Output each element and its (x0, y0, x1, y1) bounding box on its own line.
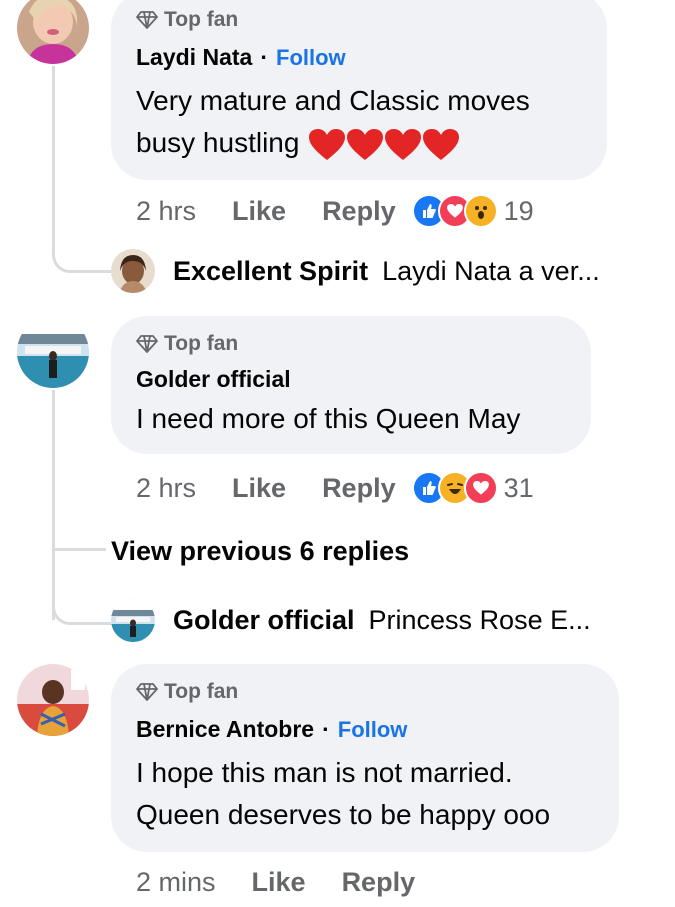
reply-text-preview: Laydi Nata a ver... (382, 255, 600, 286)
comment-text: Very mature and Classic moves busy hustl… (136, 80, 530, 164)
heart-emoji-icon (309, 128, 346, 160)
reactions-summary[interactable] (411, 194, 498, 228)
thread-connector (52, 548, 106, 551)
top-fan-badge: Top fan (136, 680, 238, 704)
diamond-icon (136, 11, 158, 29)
comment-actions: 2 mins Like Reply (136, 867, 451, 898)
top-fan-label: Top fan (164, 8, 239, 31)
view-previous-replies-link[interactable]: View previous 6 replies (111, 536, 409, 567)
thread-connector (52, 590, 111, 625)
top-fan-badge: Top fan (136, 332, 238, 356)
comments-thread: Top fan Laydi Nata · Follow Very mature … (0, 0, 675, 907)
comment-text: I hope this man is not married. Queen de… (136, 752, 550, 836)
separator-dot: · (322, 716, 330, 742)
diamond-icon (136, 335, 158, 353)
heart-emoji-icon (347, 128, 384, 160)
comment-actions: 2 hrs Like Reply 31 (136, 471, 534, 505)
comment-actions: 2 hrs Like Reply 19 (136, 194, 534, 228)
thread-line (52, 390, 55, 620)
diamond-icon (136, 683, 158, 701)
comment-line: I hope this man is not married. (136, 757, 513, 788)
reaction-count[interactable]: 19 (504, 196, 534, 227)
heart-emoji-icon (385, 128, 422, 160)
top-fan-badge: Top fan (136, 8, 238, 32)
top-fan-label: Top fan (164, 332, 239, 355)
comment-bubble[interactable]: Top fan Laydi Nata · Follow Very mature … (111, 0, 607, 180)
timestamp[interactable]: 2 hrs (136, 473, 196, 504)
timestamp[interactable]: 2 hrs (136, 196, 196, 227)
like-button[interactable]: Like (232, 473, 286, 504)
follow-button[interactable]: Follow (338, 717, 408, 743)
comment-line: Queen deserves to be happy ooo (136, 799, 551, 830)
avatar[interactable] (17, 0, 89, 64)
timestamp[interactable]: 2 mins (136, 867, 216, 898)
avatar[interactable] (17, 316, 89, 388)
reply-preview[interactable]: Excellent Spirit Laydi Nata a ver... (111, 249, 600, 293)
comment-line: I need more of this Queen May (136, 403, 521, 434)
top-fan-label: Top fan (164, 680, 239, 703)
avatar[interactable] (17, 664, 89, 736)
reply-author[interactable]: Excellent Spirit (173, 256, 368, 287)
reaction-count[interactable]: 31 (504, 473, 534, 504)
comment-bubble[interactable]: Top fan Golder official I need more of t… (111, 316, 591, 454)
reply-author[interactable]: Golder official (173, 605, 355, 636)
avatar[interactable] (111, 598, 155, 642)
reactions-summary[interactable] (411, 471, 498, 505)
heart-emoji-icon (423, 128, 460, 160)
comment-author[interactable]: Golder official (136, 366, 291, 393)
comment-bubble[interactable]: Top fan Bernice Antobre · Follow I hope … (111, 664, 619, 852)
avatar[interactable] (111, 249, 155, 293)
reply-preview[interactable]: Golder official Princess Rose E... (111, 598, 591, 642)
wow-icon (463, 194, 498, 228)
reply-text-preview: Princess Rose E... (368, 604, 591, 635)
love-icon (463, 471, 498, 505)
comment-line-with-hearts: busy hustling (136, 122, 530, 164)
like-button[interactable]: Like (232, 196, 286, 227)
comment-author[interactable]: Laydi Nata (136, 44, 252, 71)
comment-line: busy hustling (136, 127, 300, 158)
thread-line (52, 66, 55, 256)
separator-dot: · (260, 44, 268, 70)
thread-connector (52, 230, 111, 273)
reply-button[interactable]: Reply (322, 473, 396, 504)
comment-text: I need more of this Queen May (136, 398, 520, 440)
like-button[interactable]: Like (252, 867, 306, 898)
reply-button[interactable]: Reply (322, 196, 396, 227)
comment-line: Very mature and Classic moves (136, 85, 530, 116)
follow-button[interactable]: Follow (276, 45, 346, 71)
reply-button[interactable]: Reply (342, 867, 416, 898)
comment-author[interactable]: Bernice Antobre (136, 716, 314, 743)
